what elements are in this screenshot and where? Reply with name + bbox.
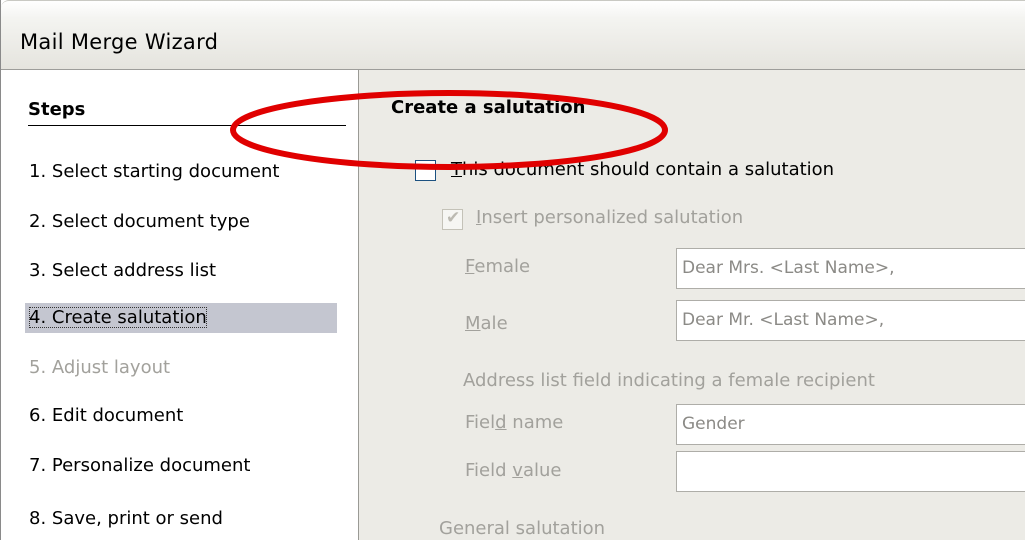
field-value-select	[676, 451, 1025, 492]
step-select-address-list[interactable]: 3. Select address list	[25, 256, 337, 286]
insert-personalized-label: Insert personalized salutation	[476, 207, 743, 228]
step-label: 8. Save, print or send	[29, 508, 223, 529]
male-salutation-field: Dear Mr. <Last Name>,	[676, 300, 1025, 341]
step-label: 7. Personalize document	[29, 455, 251, 476]
step-label: 5. Adjust layout	[29, 357, 171, 378]
label-text: emale	[474, 256, 531, 277]
step-edit-document[interactable]: 6. Edit document	[25, 401, 337, 431]
step-label: 6. Edit document	[29, 405, 184, 426]
insert-personalized-checkbox: ✔	[442, 208, 463, 230]
step-personalize-document[interactable]: 7. Personalize document	[25, 451, 337, 481]
step-select-document-type[interactable]: 2. Select document type	[25, 207, 337, 237]
step-create-salutation[interactable]: 4. Create salutation	[25, 303, 337, 333]
steps-header: Steps	[28, 99, 86, 120]
label-text: Fiel	[465, 412, 496, 433]
annotation-ellipse	[230, 90, 668, 170]
mail-merge-wizard-window: Mail Merge Wizard Steps 1. Select starti…	[0, 0, 1025, 540]
field-value-label: Field value	[465, 460, 561, 481]
label-text: alue	[522, 460, 562, 481]
checkmark-icon: ✔	[446, 208, 461, 228]
mnemonic: v	[512, 460, 523, 481]
field-name-label: Field name	[465, 412, 563, 433]
step-label: 3. Select address list	[29, 260, 217, 281]
step-save-print-send[interactable]: 8. Save, print or send	[25, 504, 337, 534]
step-label: 2. Select document type	[29, 211, 250, 232]
address-field-heading: Address list field indicating a female r…	[463, 370, 875, 391]
mnemonic: F	[465, 256, 475, 277]
female-salutation-field: Dear Mrs. <Last Name>,	[676, 248, 1025, 289]
window-title: Mail Merge Wizard	[20, 30, 219, 54]
field-name-select: Gender	[676, 404, 1025, 445]
mnemonic: d	[495, 412, 507, 433]
title-bar[interactable]: Mail Merge Wizard	[1, 0, 1025, 70]
label-text: ale	[480, 313, 508, 334]
general-salutation-heading: General salutation	[439, 518, 606, 539]
label-text: name	[506, 412, 564, 433]
step-label: 4. Create salutation	[29, 307, 207, 328]
step-adjust-layout: 5. Adjust layout	[25, 353, 337, 383]
male-label: Male	[465, 313, 508, 334]
mnemonic: M	[465, 313, 481, 334]
label-text: nsert personalized salutation	[481, 207, 744, 228]
label-text: Field	[465, 460, 513, 481]
female-label: Female	[465, 256, 530, 277]
